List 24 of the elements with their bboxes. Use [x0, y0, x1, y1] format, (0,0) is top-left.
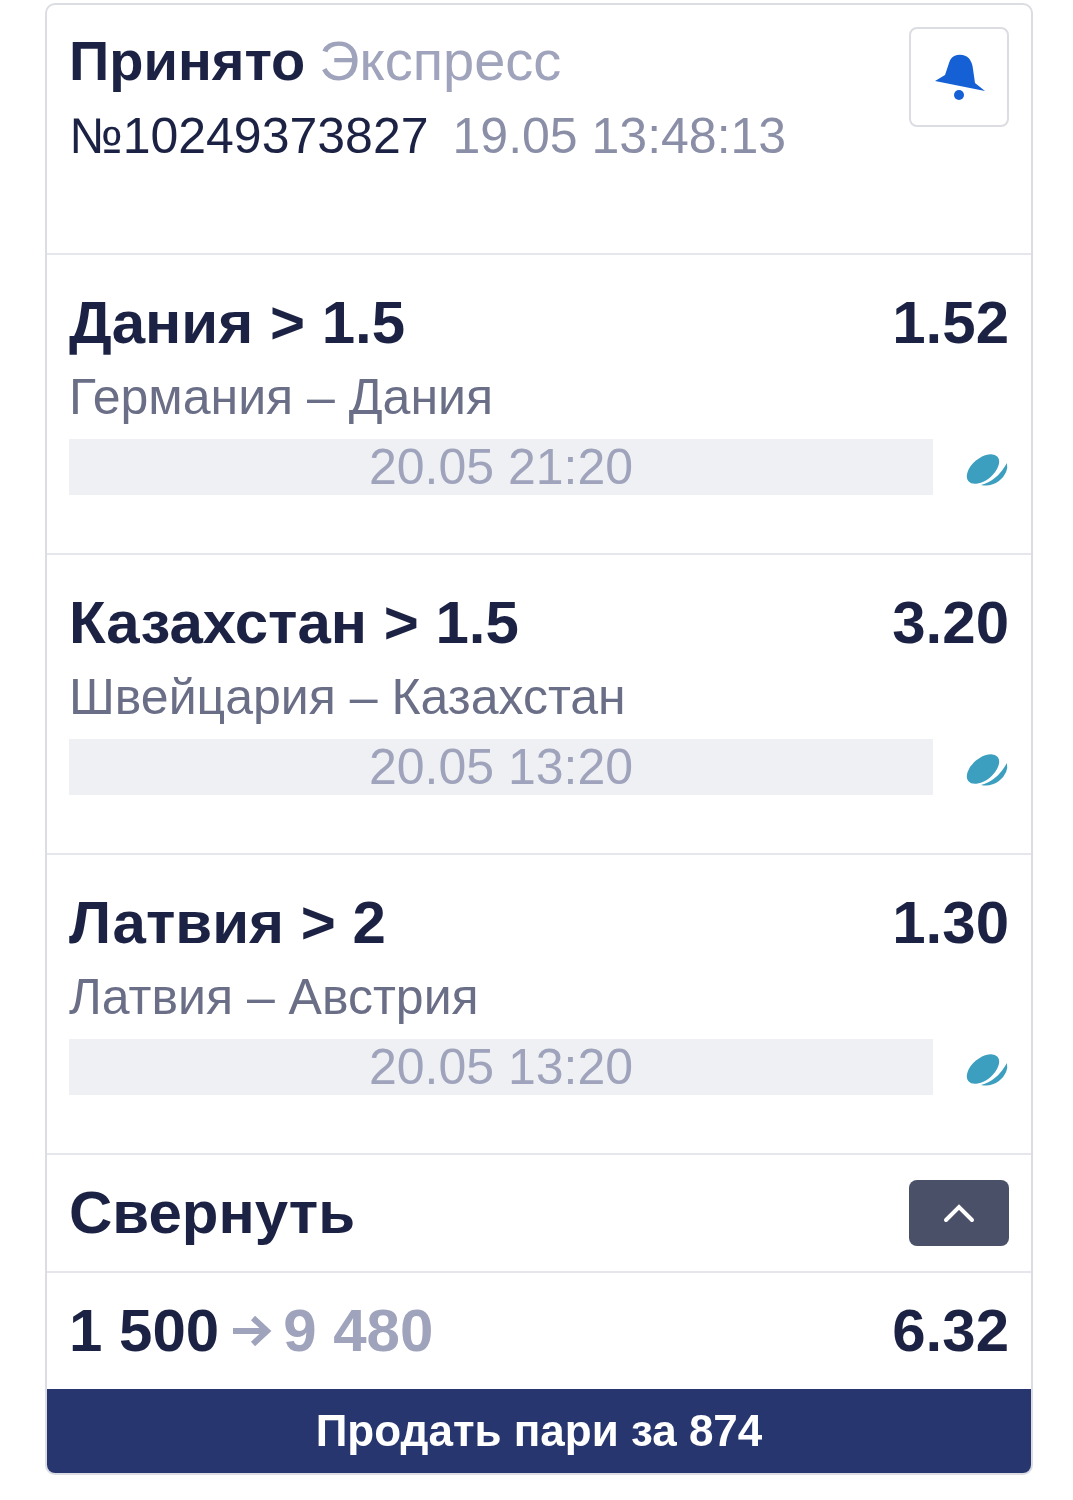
match-name: Швейцария – Казахстан — [69, 668, 627, 727]
odds-value: 1.30 — [892, 888, 1009, 958]
payout-amount: 9 480 — [283, 1296, 434, 1366]
status-label: Принято — [69, 28, 306, 94]
odds-value: 1.52 — [892, 288, 1009, 358]
collapse-button[interactable] — [909, 1180, 1009, 1246]
selection-title: Казахстан > 1.5 — [69, 588, 519, 658]
chevron-icon — [943, 1203, 975, 1223]
selection-title: Дания > 1.5 — [69, 288, 406, 358]
total-odds: 6.32 — [892, 1296, 1009, 1366]
collapse-label: Свернуть — [69, 1178, 356, 1248]
bet-datetime: 19.05 13:48:13 — [452, 107, 788, 165]
start-time: 20.05 21:20 — [69, 439, 934, 495]
odds-value: 3.20 — [892, 588, 1009, 658]
match-name: Латвия – Австрия — [69, 968, 480, 1027]
sell-button[interactable]: Продать пари за 874 — [47, 1389, 1031, 1473]
start-time: 20.05 13:20 — [69, 739, 934, 795]
selection-title: Латвия > 2 — [69, 888, 386, 958]
notification-button[interactable] — [909, 27, 1009, 127]
start-time: 20.05 13:20 — [69, 1039, 934, 1095]
match-name: Германия – Дания — [69, 368, 495, 427]
bet-type-label: Экспресс — [319, 28, 562, 94]
stake-amount: 1 500 — [69, 1296, 220, 1366]
bet-number: №10249373827 — [69, 107, 429, 165]
